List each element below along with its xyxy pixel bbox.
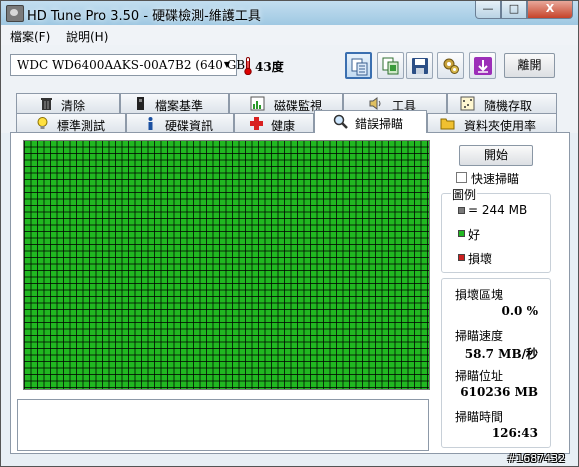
menu-help[interactable]: 說明(H): [66, 28, 108, 45]
chart-icon: [250, 96, 265, 111]
options-button[interactable]: [437, 52, 464, 79]
scan-speed-value: 58.7 MB/秒: [464, 347, 538, 361]
scan-block-map: [23, 140, 430, 390]
copy-text-icon: [351, 58, 368, 76]
window-title: HD Tune Pro 3.50 - 硬碟檢測-維護工具: [27, 9, 261, 24]
info-icon: [148, 117, 153, 130]
download-icon: [474, 57, 492, 75]
menu-bar: 檔案(F) 說明(H): [1, 25, 578, 45]
quick-scan-label: 快速掃瞄: [471, 172, 520, 186]
health-cross-icon: [250, 117, 263, 130]
app-window: HD Tune Pro 3.50 - 硬碟檢測-維護工具 — □ X 檔案(F)…: [0, 0, 579, 467]
tab-erase[interactable]: 清除: [16, 93, 120, 113]
tab-erase-label: 清除: [61, 99, 86, 113]
error-scan-panel: 開始 快速掃瞄 圖例 = 244 MB 好 損壞 損壞區塊 0.0 % 掃瞄速度…: [10, 132, 570, 454]
legend-block-label: = 244 MB: [468, 203, 528, 217]
lightbulb-icon: [37, 117, 48, 129]
drive-select[interactable]: WDC WD6400AAKS-00A7B2 (640 GB) ▼: [10, 54, 250, 76]
tab-info[interactable]: 硬碟資訊: [126, 113, 234, 133]
legend-damaged-label: 損壞: [468, 252, 493, 266]
tab-file-benchmark-label: 檔案基準: [155, 99, 204, 113]
legend-title: 圖例: [451, 186, 478, 203]
toolbar: WDC WD6400AAKS-00A7B2 (640 GB) ▼ 43度 離開: [1, 45, 578, 89]
tab-file-benchmark[interactable]: 檔案基準: [120, 93, 229, 113]
damaged-blocks-label: 損壞區塊: [455, 288, 504, 302]
thermometer-icon: [244, 57, 252, 75]
drive-select-value: WDC WD6400AAKS-00A7B2 (640 GB): [17, 58, 250, 72]
trash-icon: [41, 98, 52, 110]
speaker-icon: [369, 97, 381, 110]
title-bar[interactable]: HD Tune Pro 3.50 - 硬碟檢測-維護工具 — □ X: [1, 1, 578, 25]
tab-benchmark[interactable]: 標準測試: [16, 113, 126, 133]
tab-random-access[interactable]: 隨機存取: [447, 93, 557, 113]
quick-scan-checkbox[interactable]: [456, 172, 467, 183]
legend-damaged-swatch: [458, 254, 465, 261]
file-icon: [137, 97, 144, 110]
scan-time-label: 掃瞄時間: [455, 410, 504, 424]
download-button[interactable]: [469, 52, 496, 79]
start-button[interactable]: 開始: [459, 145, 533, 166]
save-button[interactable]: [406, 52, 433, 79]
damaged-blocks-value: 0.0 %: [501, 304, 538, 318]
tab-folder-usage[interactable]: 資料夾使用率: [427, 113, 557, 133]
chevron-down-icon: ▼: [223, 60, 231, 69]
minimize-button[interactable]: —: [475, 1, 501, 19]
scan-log: [17, 399, 429, 451]
copy-screen-icon: [382, 57, 399, 75]
folder-icon: [440, 118, 455, 130]
watermark: #1687432: [507, 452, 566, 465]
tab-health[interactable]: 健康: [234, 113, 314, 133]
legend-good-swatch: [458, 230, 465, 237]
tab-strip: 清除 檔案基準 磁碟監視 工具 隨機存取 標準測試 硬碟資訊 健康 錯誤掃瞄 資…: [1, 89, 578, 133]
tab-error-scan-label: 錯誤掃瞄: [355, 117, 404, 131]
scan-position-label: 掃瞄位址: [455, 369, 504, 383]
maximize-button[interactable]: □: [501, 1, 527, 19]
copy-text-button[interactable]: [345, 52, 372, 79]
magnifier-icon: [333, 114, 348, 129]
scan-position-value: 610236 MB: [460, 385, 538, 399]
legend-good-label: 好: [468, 228, 481, 242]
menu-file[interactable]: 檔案(F): [10, 28, 50, 45]
copy-screen-button[interactable]: [377, 52, 404, 79]
app-icon: [6, 5, 24, 22]
scan-time-value: 126:43: [491, 426, 538, 440]
options-icon: [443, 58, 459, 74]
temperature-readout: 43度: [255, 60, 284, 74]
tab-random-access-label: 隨機存取: [484, 99, 533, 113]
close-button[interactable]: X: [527, 1, 573, 19]
exit-button[interactable]: 離開: [504, 53, 555, 78]
tab-error-scan[interactable]: 錯誤掃瞄: [314, 110, 427, 133]
save-icon: [412, 58, 428, 74]
legend-block-swatch: [458, 207, 465, 214]
scan-speed-label: 掃瞄速度: [455, 329, 504, 343]
grid-icon: [460, 96, 475, 111]
